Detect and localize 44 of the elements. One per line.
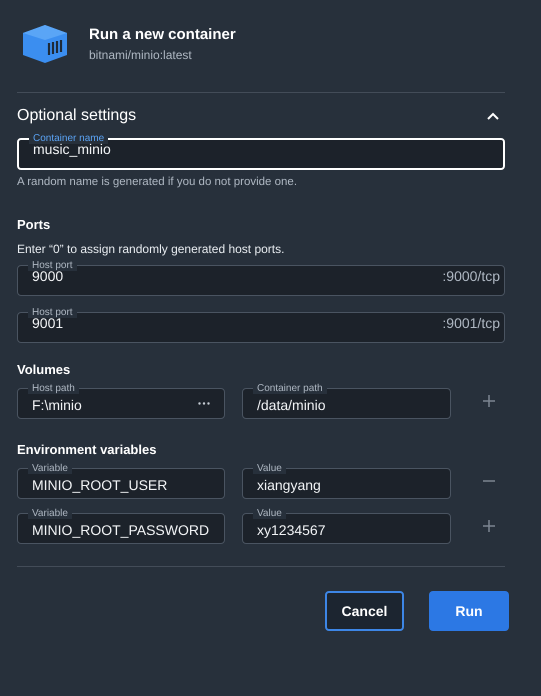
field-label: Host port	[28, 307, 77, 318]
container-path-field[interactable]: Container path /data/minio	[242, 383, 451, 419]
value-field[interactable]: Value xiangyang	[242, 463, 451, 499]
field-value: /data/minio	[257, 396, 326, 412]
field-label: Value	[253, 463, 286, 474]
run-button[interactable]: Run	[429, 591, 509, 631]
plus-icon[interactable]	[483, 520, 495, 532]
section-label: Ports	[17, 217, 52, 232]
port-suffix: :9001/tcp	[442, 315, 500, 331]
cancel-button[interactable]: Cancel	[325, 591, 404, 631]
field-value: MINIO_ROOT_PASSWORD	[32, 522, 210, 538]
variable-field[interactable]: Variable MINIO_ROOT_PASSWORD	[17, 508, 225, 544]
section-label: Volumes	[17, 362, 72, 377]
container-name-field[interactable]: Container name music_minio	[17, 133, 505, 170]
dialog-title: Run a new container	[89, 26, 236, 43]
section-title: Optional settings	[17, 107, 136, 125]
more-icon[interactable]	[198, 402, 210, 404]
section-label: Environment variables	[17, 442, 158, 457]
field-value: xiangyang	[257, 476, 322, 492]
field-label: Host port	[28, 260, 77, 271]
field-value: music_minio	[33, 141, 112, 157]
host-port-field[interactable]: Host port 9000 :9000/tcp	[17, 260, 505, 296]
field-value: MINIO_ROOT_USER	[32, 476, 168, 492]
helper-text: A random name is generated if you do not provide one.	[17, 176, 298, 188]
container-icon	[23, 25, 67, 63]
field-label: Variable	[28, 508, 72, 519]
plus-icon[interactable]	[483, 395, 495, 407]
field-value: F:\minio	[32, 396, 83, 412]
image-name: bitnami/minio:latest	[89, 48, 193, 62]
helper-text: Enter “0” to assign randomly generated host ports.	[17, 242, 286, 256]
field-label: Host path	[28, 383, 79, 394]
value-field[interactable]: Value xy1234567	[242, 508, 451, 544]
host-path-field[interactable]: Host path F:\minio	[17, 383, 225, 419]
host-port-field[interactable]: Host port 9001 :9001/tcp	[17, 307, 505, 343]
field-value: 9000	[32, 268, 64, 284]
field-value: 9001	[32, 315, 64, 331]
field-label: Container name	[29, 133, 108, 144]
field-label: Variable	[28, 463, 72, 474]
chevron-icon[interactable]	[487, 112, 499, 120]
variable-field[interactable]: Variable MINIO_ROOT_USER	[17, 463, 225, 499]
field-value: xy1234567	[257, 522, 327, 538]
field-label: Value	[253, 508, 286, 519]
port-suffix: :9000/tcp	[442, 268, 500, 284]
field-label: Container path	[253, 383, 327, 394]
